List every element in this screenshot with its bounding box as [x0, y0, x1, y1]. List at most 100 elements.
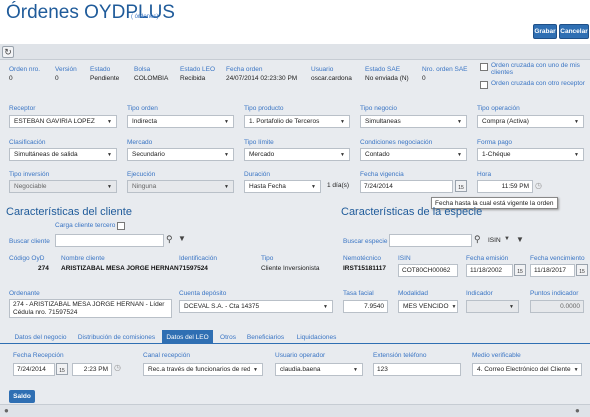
canal-recepcion-select[interactable]: Rec.a través de funcionarios de redes ▼ — [143, 363, 263, 376]
tipo-limite-label: Tipo límite — [244, 139, 274, 146]
duracion-select[interactable]: Hasta Fecha ▼ — [244, 180, 321, 193]
indicador-label: Indicador — [466, 290, 493, 297]
receptor-select[interactable]: ESTEBAN GAVIRIA LOPEZ ▼ — [9, 115, 117, 128]
collapse-right-icon[interactable]: ● — [575, 406, 580, 415]
duracion-label: Duración — [244, 171, 271, 178]
puntos-indicador-input[interactable]: 0.0000 — [530, 300, 584, 313]
ejecucion-select[interactable]: Ninguna ▼ — [127, 180, 234, 193]
mercado-select[interactable]: Secundario ▼ — [127, 148, 234, 161]
refresh-icon[interactable]: ↻ — [2, 46, 14, 58]
identificacion-label: Identificación — [179, 255, 217, 262]
buscar-especie-input[interactable] — [389, 234, 472, 247]
carga-tercero-label: Carga cliente tercero — [55, 222, 116, 229]
emision-calendar-icon[interactable]: 15 — [514, 264, 526, 276]
saldo-button[interactable]: Saldo — [9, 390, 35, 403]
hora-label: Hora — [477, 171, 492, 178]
tab-beneficiarios[interactable]: Beneficiarios — [243, 330, 288, 344]
summary-label: Nro. orden SAE — [422, 66, 468, 73]
isin-input[interactable]: COT80CH00062 — [398, 264, 458, 277]
tipo-inversion-select[interactable]: Negociable ▼ — [9, 180, 117, 193]
forma-pago-select[interactable]: 1-Chéque ▼ — [477, 148, 584, 161]
summary-label: Versión — [55, 66, 77, 73]
nemotecnico-label: Nemotécnico — [343, 255, 381, 262]
puntos-indicador-label: Puntos indicador — [530, 290, 579, 297]
recepcion-calendar-icon[interactable]: 15 — [56, 363, 68, 375]
dias-text: 1 día(s) — [327, 182, 350, 189]
cross-other-receiver-checkbox[interactable] — [480, 81, 488, 89]
fecha-vencimiento-input[interactable]: 11/18/2017 — [530, 264, 575, 277]
cuenta-deposito-select[interactable]: DCEVAL S.A. - Cta 14375 ▼ — [179, 300, 333, 313]
medio-verificable-label: Medio verificable — [472, 352, 521, 359]
cancel-button[interactable]: Cancelar — [559, 24, 589, 39]
hora-input[interactable]: 11:59 PM — [477, 180, 533, 193]
extension-telefono-label: Extensión teléfono — [373, 352, 427, 359]
collapse-left-icon[interactable]: ● — [4, 406, 9, 415]
canal-recepcion-label: Canal recepción — [143, 352, 190, 359]
vencimiento-calendar-icon[interactable]: 15 — [576, 264, 588, 276]
summary-label: Estado — [90, 66, 111, 73]
tab-datos-leo[interactable]: Datos del LEO — [162, 330, 213, 344]
summary-label: Usuario — [311, 66, 334, 73]
summary-value: 0 — [9, 75, 13, 82]
tasa-facial-label: Tasa facial — [343, 290, 374, 297]
ordenante-line-2: Cédula nro. 71597524 — [13, 309, 78, 316]
bottom-bar — [0, 404, 590, 417]
tipo-producto-select[interactable]: 1. Portafolio de Terceros ▼ — [244, 115, 350, 128]
clock-recepcion-icon[interactable]: ◷ — [114, 363, 121, 372]
save-button[interactable]: Grabar — [533, 24, 557, 39]
isin-toggle[interactable]: ISIN — [488, 237, 501, 244]
toolbar — [0, 44, 590, 60]
extension-telefono-input[interactable]: 123 — [373, 363, 461, 376]
summary-value: 0 — [422, 75, 426, 82]
fecha-vigencia-label: Fecha vigencia — [360, 171, 404, 178]
ordenante-select[interactable]: 274 - ARISTIZABAL MESA JORGE HERNAN - Lí… — [9, 299, 172, 318]
fecha-vigencia-input[interactable]: 7/24/2014 — [360, 180, 453, 193]
fecha-emision-input[interactable]: 11/18/2002 — [466, 264, 513, 277]
tipo-operacion-select[interactable]: Compra (Activa) ▼ — [477, 115, 584, 128]
tab-datos-negocio[interactable]: Datos del negocio — [9, 330, 72, 344]
summary-value: 0 — [55, 75, 59, 82]
cross-own-clients-checkbox[interactable] — [480, 63, 488, 71]
cross-own-clients-label: Orden cruzada con uno de mis clientes — [491, 62, 580, 76]
tab-distribucion-comisiones[interactable]: Distribución de comisiones — [74, 330, 159, 344]
fecha-recepcion-input[interactable]: 7/24/2014 — [13, 363, 55, 376]
buscar-cliente-input[interactable] — [55, 234, 164, 247]
calendar-icon[interactable]: 15 — [455, 180, 467, 192]
clock-icon[interactable]: ◷ — [535, 181, 542, 190]
ordenante-line-1: 274 - ARISTIZABAL MESA JORGE HERNAN - Lí… — [13, 301, 165, 308]
tipo-inversion-label: Tipo inversión — [9, 171, 50, 178]
client-section-title: Características del cliente — [6, 206, 132, 218]
hora-recepcion-input[interactable]: 2:23 PM — [72, 363, 112, 376]
summary-value: 24/07/2014 02:23:30 PM — [226, 75, 298, 82]
filter-especie-icon[interactable]: ▼ — [516, 235, 524, 244]
isin-dropdown-icon[interactable]: ▼ — [504, 236, 510, 242]
search-icon[interactable]: ⚲ — [166, 234, 173, 245]
isin-label: ISIN — [398, 255, 411, 262]
tipo-orden-label: Tipo orden — [127, 105, 158, 112]
clasificacion-select[interactable]: Simultáneas de salida ▼ — [9, 148, 117, 161]
modalidad-select[interactable]: MES VENCIDO ▼ — [398, 300, 458, 313]
nemotecnico-value: IRST15181117 — [343, 265, 387, 272]
medio-verificable-select[interactable]: 4. Correo Electrónico del Cliente ▼ — [472, 363, 582, 376]
summary-value: No enviada (N) — [365, 75, 409, 82]
page-subtitle: ( órdenes) — [131, 14, 159, 20]
indicador-select[interactable]: ▼ — [466, 300, 519, 313]
tab-liquidaciones[interactable]: Liquidaciones — [291, 330, 342, 344]
usuario-operador-select[interactable]: claudia.baena ▼ — [275, 363, 363, 376]
tipo-cliente-label: Tipo — [261, 255, 274, 262]
tab-otros[interactable]: Otros — [215, 330, 241, 344]
tipo-orden-select[interactable]: Indirecta ▼ — [127, 115, 234, 128]
fecha-recepcion-label: Fecha Recepción — [13, 352, 64, 359]
summary-value: oscar.cardona — [311, 75, 352, 82]
carga-tercero-checkbox[interactable] — [117, 222, 125, 230]
summary-label: Bolsa — [134, 66, 151, 73]
tipo-limite-select[interactable]: Mercado ▼ — [244, 148, 350, 161]
tasa-facial-input[interactable]: 7.9540 — [343, 300, 388, 313]
tipo-negocio-select[interactable]: Simultaneas ▼ — [360, 115, 467, 128]
filter-icon[interactable]: ▼ — [178, 234, 186, 243]
fecha-emision-label: Fecha emisión — [466, 255, 509, 262]
search-especie-icon[interactable]: ⚲ — [474, 234, 481, 245]
tipo-cliente-value: Cliente Inversionista — [261, 265, 320, 272]
condiciones-select[interactable]: Contado ▼ — [360, 148, 467, 161]
cuenta-deposito-label: Cuenta depósito — [179, 290, 227, 297]
